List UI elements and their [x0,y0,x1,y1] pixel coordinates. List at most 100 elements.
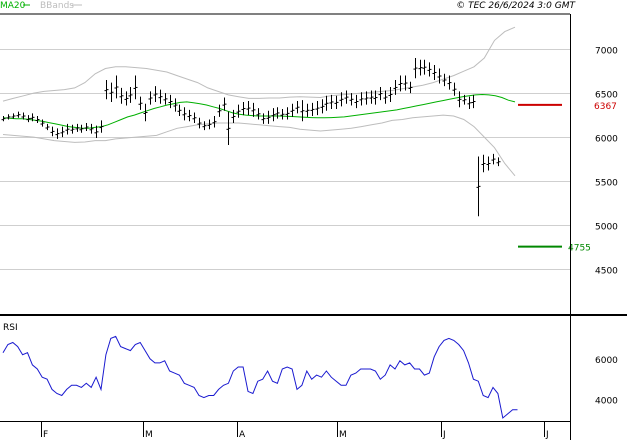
price-bar [324,95,329,111]
price-bar [236,104,241,118]
price-bar [413,57,418,79]
rsi-axis-ticks: 4000 6000 [595,356,618,407]
price-bar [197,117,202,129]
price-bar [158,89,163,104]
price-bar [266,110,271,124]
chart-canvas: 4500 5000 5500 6000 6500 7000 4000 6000 F M A M J J… [0,1,627,440]
price-bar [481,154,486,173]
price-bar [491,153,496,165]
price-bar [496,157,501,167]
price-bar [45,123,50,131]
price-bar [177,104,182,117]
rsi-line [2,335,518,419]
legend-ma-label: MA20 [0,1,26,11]
rsi-polyline [2,335,518,419]
price-bar [280,108,285,120]
price-bar [192,112,197,124]
price-bar [143,103,148,122]
price-bar [202,121,207,131]
rsi-title: RSI [3,323,18,333]
resistance-label: 6367 [594,102,617,112]
price-bar [315,101,320,116]
price-bar [471,94,476,109]
price-tick-label: 6000 [595,135,618,145]
price-bar [222,97,227,111]
time-tick-label: J [442,430,446,440]
price-bar [84,123,89,131]
price-tick-label: 5500 [595,179,618,189]
price-bar [104,79,109,100]
price-bar [109,82,114,102]
copyright-notice: © TEC 26/6/2024 3:0 GMT [456,1,576,11]
price-bar [133,75,138,100]
price-bar [359,92,364,106]
price-bar [187,109,192,122]
price-bar [89,123,94,134]
price-bar [256,108,261,120]
price-bar [138,96,143,110]
price-bar [226,111,231,146]
legend: MA20 BBands [0,1,82,11]
time-tick-label: F [43,430,48,440]
price-bar [295,101,300,114]
price-bar [275,107,280,119]
price-bar [320,99,325,114]
price-axis-ticks: 4500 5000 5500 6000 6500 7000 [595,47,618,277]
bollinger-lower-band [2,114,516,177]
price-bar [128,86,133,103]
legend-bbands-label: BBands [40,1,74,11]
price-bar [329,94,334,109]
price-bar [344,90,349,104]
price-bar [354,94,359,109]
price-bar [290,103,295,117]
price-bar [427,62,432,77]
price-tick-label: 7000 [595,47,618,57]
price-bar [153,86,158,102]
price-bar [35,116,40,124]
support-label: 4755 [568,244,591,254]
time-tick-label: J [545,430,549,440]
price-bar [393,79,398,95]
price-bar [182,107,187,121]
price-bar [1,116,6,122]
price-bar [16,111,21,118]
price-bar [6,114,11,120]
time-tick-label: M [339,430,347,440]
price-bar [476,156,481,217]
price-bar [271,108,276,122]
price-bar [418,59,423,76]
price-bar [422,59,427,75]
price-bar [40,119,45,127]
time-axis-ticks: FMAMJJ [41,421,549,440]
price-bar [388,86,393,102]
time-tick-label: A [239,430,246,440]
rsi-tick-label: 4000 [595,397,618,407]
price-bar [467,96,472,109]
price-bar [163,93,168,105]
price-bar [383,90,388,104]
price-bar [231,109,236,124]
time-tick-label: M [145,430,153,440]
price-bar [261,113,266,124]
price-bar [212,116,217,128]
price-bar [168,94,173,109]
price-bar [349,93,354,106]
price-bar [246,101,251,116]
price-bar [241,101,246,116]
price-bar [285,107,290,120]
price-tick-label: 5000 [595,223,618,233]
price-bar [119,87,124,104]
price-bar [60,126,65,138]
price-bar [251,102,256,117]
price-bar [432,65,437,80]
price-bar [300,100,305,122]
price-bar [79,124,84,133]
price-bar [65,123,70,135]
rsi-tick-label: 6000 [595,356,618,366]
price-bar [70,124,75,134]
price-bar [11,113,16,119]
price-tick-label: 4500 [595,267,618,277]
price-tick-label: 6500 [595,91,618,101]
price-bar [486,156,491,171]
price-bar [305,103,310,117]
